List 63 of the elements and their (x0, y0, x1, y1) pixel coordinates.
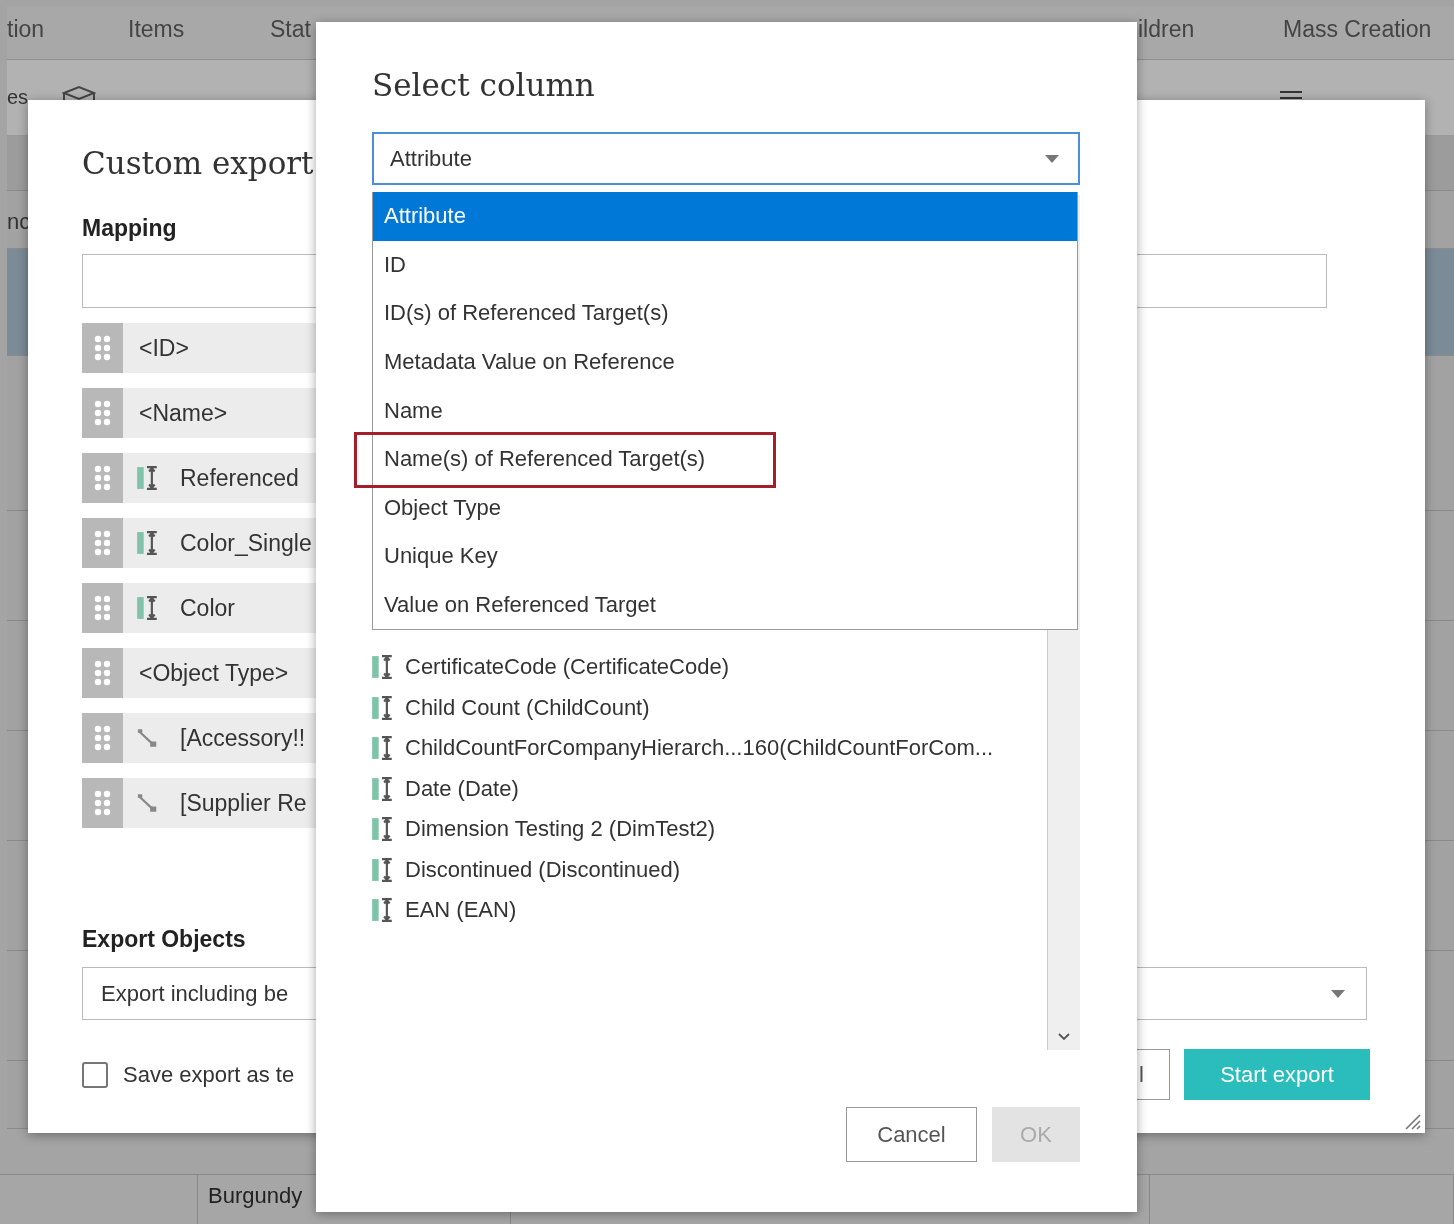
tab[interactable]: tion (7, 16, 128, 43)
attribute-icon (372, 857, 393, 882)
drag-handle-icon[interactable] (82, 648, 123, 698)
list-item[interactable]: CertificateCode (CertificateCode) (372, 647, 1047, 688)
attribute-icon (137, 596, 158, 620)
tab[interactable]: Mass Creation (1283, 16, 1454, 43)
drag-handle-icon[interactable] (82, 453, 123, 503)
caret-icon (1044, 153, 1060, 164)
reference-icon (137, 791, 158, 815)
list-item[interactable]: EAN (EAN) (372, 890, 1047, 931)
resize-grip-icon[interactable] (1403, 1112, 1421, 1130)
drag-handle-icon[interactable] (82, 583, 123, 633)
attribute-icon (372, 817, 393, 842)
list-item[interactable]: Child Count (ChildCount) (372, 687, 1047, 728)
section-label: Mapping (82, 215, 177, 242)
mapping-label: <Object Type> (139, 659, 289, 687)
drag-handle-icon[interactable] (82, 518, 123, 568)
attribute-icon (137, 531, 158, 555)
mapping-label: Color_Single (180, 529, 312, 557)
reference-icon (137, 726, 158, 750)
mapping-label: <Name> (139, 399, 228, 427)
dropdown-option[interactable]: ID (373, 240, 1077, 290)
dropdown-option[interactable]: Metadata Value on Reference (373, 337, 1077, 387)
toolbar-label: es (7, 86, 30, 109)
attribute-icon (372, 695, 393, 720)
mapping-label: <ID> (139, 334, 189, 362)
drag-handle-icon[interactable] (82, 713, 123, 763)
mapping-label: [Supplier Re (180, 789, 307, 817)
dropdown-option[interactable]: Attribute (373, 192, 1077, 241)
dropdown-field[interactable]: Attribute (372, 132, 1080, 185)
chevron-down-icon[interactable] (1057, 1032, 1071, 1042)
cancel-button[interactable]: Cancel (846, 1107, 977, 1162)
mapping-label: Referenced (180, 464, 299, 492)
list-item[interactable]: ChildCountForCompanyHierarch...160(ChildCountForCom... (372, 728, 1047, 769)
section-label: Export Objects (82, 926, 246, 953)
attribute-icon (372, 776, 393, 801)
dropdown-value: Export including be (101, 980, 289, 1007)
dropdown-option[interactable]: Name (373, 386, 1077, 435)
dropdown-option[interactable]: Value on Referenced Target (373, 580, 1077, 630)
dialog-title: Custom export (82, 145, 314, 181)
dropdown-option[interactable]: Unique Key (373, 532, 1077, 581)
checkbox-label: Save export as te (123, 1061, 295, 1088)
table-cell: Burgundy (208, 1183, 303, 1208)
attribute-icon (137, 466, 158, 490)
drag-handle-icon[interactable] (82, 778, 123, 828)
dialog-title: Select column (372, 67, 595, 103)
checkbox[interactable] (82, 1061, 108, 1088)
attribute-icon (372, 898, 393, 923)
list-item[interactable]: Dimension Testing 2 (DimTest2) (372, 809, 1047, 850)
dropdown-option[interactable]: Object Type (373, 483, 1077, 533)
list-item[interactable]: Discontinued (Discontinued) (372, 849, 1047, 890)
tab[interactable]: ildren (1138, 16, 1283, 43)
dropdown-value: Attribute (390, 145, 472, 172)
drag-handle-icon[interactable] (82, 323, 123, 373)
dropdown-option[interactable]: ID(s) of Referenced Target(s) (373, 289, 1077, 338)
list-item[interactable]: Date (Date) (372, 768, 1047, 809)
mapping-label: Color (180, 594, 235, 622)
mapping-label: [Accessory!! (180, 724, 306, 752)
tab[interactable]: Items (128, 16, 270, 43)
attribute-icon (372, 736, 393, 761)
drag-handle-icon[interactable] (82, 388, 123, 438)
attribute-icon (372, 655, 393, 680)
caret-icon (1330, 988, 1346, 999)
